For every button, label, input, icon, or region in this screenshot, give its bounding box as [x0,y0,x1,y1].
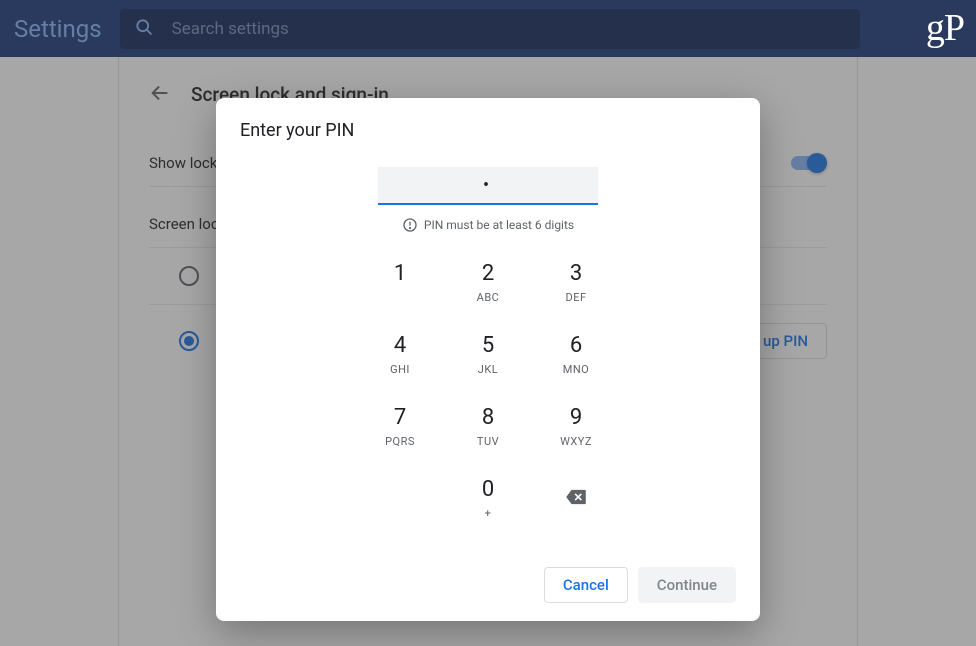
keypad: 12ABC3DEF4GHI5JKL6MNO7PQRS8TUV9WXYZ0+ [356,247,620,535]
key-number: 7 [394,406,406,430]
modal-title: Enter your PIN [240,120,736,141]
warning-icon [402,217,418,233]
key-3[interactable]: 3 DEF [532,247,620,319]
key-letters: WXYZ [560,435,592,448]
key-backspace[interactable] [532,463,620,535]
key-4[interactable]: 4 GHI [356,319,444,391]
continue-button[interactable]: Continue [638,567,736,603]
pin-hint-text: PIN must be at least 6 digits [424,218,574,232]
key-5[interactable]: 5 JKL [444,319,532,391]
key-number: 5 [482,334,494,358]
key-0[interactable]: 0+ [444,463,532,535]
pin-entry-area: PIN must be at least 6 digits 1 2 ABC 3 DEF 4… [240,167,736,535]
key-letters: MNO [563,363,590,376]
key-6[interactable]: 6 MNO [532,319,620,391]
key-letters: + [485,507,492,520]
key-7[interactable]: 7 PQRS [356,391,444,463]
key-letters: JKL [478,363,498,376]
key-8[interactable]: 8 TUV [444,391,532,463]
pin-hint: PIN must be at least 6 digits [402,217,574,233]
key-number: 1 [394,262,406,286]
key-1[interactable]: 1 [356,247,444,319]
key-9[interactable]: 9 WXYZ [532,391,620,463]
watermark-logo: gP [926,6,964,50]
key-2[interactable]: 2 ABC [444,247,532,319]
key-number: 2 [482,262,494,286]
key-letters: ABC [477,291,500,304]
key-letters: GHI [390,363,410,376]
cancel-button[interactable]: Cancel [544,567,628,603]
key-letters: DEF [565,291,586,304]
pin-modal: Enter your PIN PIN must be at least 6 di… [216,98,760,621]
modal-actions: Cancel Continue [240,567,736,603]
key-number: 4 [394,334,406,358]
key-number: 6 [570,334,582,358]
key-letters: TUV [477,435,499,448]
pin-input[interactable] [378,167,598,205]
key-number: 3 [570,262,582,286]
key-number: 0 [482,478,494,502]
key-number: 9 [570,406,582,430]
key-number: 8 [482,406,494,430]
key-letters: PQRS [385,435,415,448]
backspace-icon [565,489,587,509]
